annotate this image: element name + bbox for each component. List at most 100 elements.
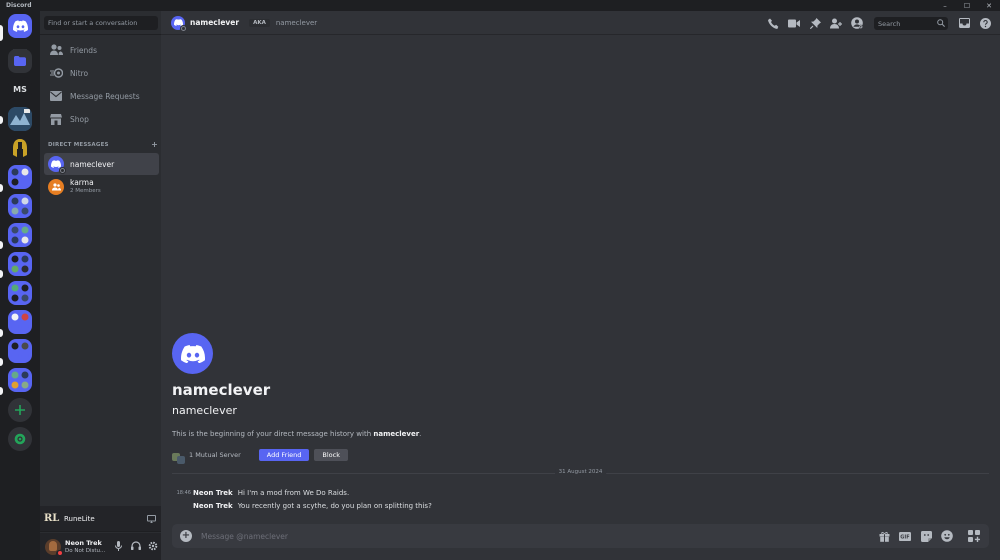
dm-name: nameclever: [70, 159, 115, 169]
server-folder-3[interactable]: [8, 194, 32, 218]
search-icon: [937, 18, 945, 27]
date-divider-label: 31 August 2024: [554, 469, 607, 475]
aka-name: nameclever: [275, 18, 318, 27]
message-row[interactable]: 18:46 Neon Trek Hi I'm a mod from We Do …: [161, 487, 350, 499]
message-author[interactable]: Neon Trek: [193, 502, 233, 510]
folder-mini-icons: [11, 371, 29, 389]
server-folder-5[interactable]: [8, 252, 32, 276]
dm-header-label: DIRECT MESSAGES: [48, 142, 109, 148]
compass-icon: [14, 433, 26, 445]
intro-desc-suffix: .: [419, 430, 422, 438]
date-divider: 31 August 2024: [172, 469, 989, 475]
video-call-icon[interactable]: [788, 17, 800, 29]
intro-description: This is the beginning of your direct mes…: [172, 430, 421, 438]
server-folder-7[interactable]: [8, 310, 32, 334]
screen-share-icon[interactable]: [147, 515, 156, 523]
find-conversation-input[interactable]: Find or start a conversation: [44, 16, 158, 30]
pinned-messages-icon[interactable]: [809, 17, 821, 29]
help-icon[interactable]: [979, 17, 991, 29]
mail-icon: [49, 89, 63, 103]
nav-message-requests-label: Message Requests: [70, 91, 140, 101]
create-dm-button[interactable]: +: [151, 141, 158, 149]
selected-pill: [0, 25, 3, 41]
mutual-server-icon: [172, 449, 185, 464]
home-button[interactable]: [8, 14, 32, 38]
unread-pill-2: [0, 184, 3, 192]
dm-item-nameclever[interactable]: nameclever: [44, 153, 159, 175]
dm-sidebar: Find or start a conversation Friends Nit…: [40, 11, 161, 560]
unread-pill-6: [0, 358, 3, 366]
intro-avatar: [172, 333, 213, 374]
folder-mini-icons: [11, 197, 29, 215]
sticker-icon[interactable]: [920, 530, 932, 542]
add-friend-button[interactable]: Add Friend: [258, 449, 310, 461]
emoji-icon[interactable]: [941, 530, 953, 542]
settings-gear-icon[interactable]: [147, 540, 158, 551]
user-status: Do Not Distu...: [65, 547, 106, 554]
unread-pill-3: [0, 241, 3, 249]
header-toolbar: Search: [767, 11, 1000, 35]
nav-nitro[interactable]: Nitro: [44, 63, 158, 83]
add-server-button[interactable]: [8, 398, 32, 422]
inbox-icon[interactable]: [958, 17, 970, 29]
headphones-icon[interactable]: [130, 540, 141, 551]
shop-icon: [49, 112, 63, 126]
dm-members: 2 Members: [70, 188, 101, 194]
message-text: Hi I'm a mod from We Do Raids.: [237, 489, 350, 497]
offline-status-icon: [180, 24, 187, 32]
user-profile-icon[interactable]: [851, 17, 863, 29]
discover-button[interactable]: [8, 427, 32, 451]
upload-plus-icon[interactable]: +: [180, 530, 192, 542]
add-friends-to-dm-icon[interactable]: [830, 17, 842, 29]
dm-section-header: DIRECT MESSAGES +: [48, 141, 158, 149]
server-folder-2[interactable]: [8, 165, 32, 189]
message-composer[interactable]: + Message @nameclever GIF: [172, 524, 989, 548]
close-button[interactable]: ✕: [978, 0, 1000, 11]
composer-placeholder: Message @nameclever: [201, 531, 288, 541]
nav-message-requests[interactable]: Message Requests: [44, 86, 158, 106]
avatar: [48, 156, 66, 174]
folder-mini-icons: [11, 313, 29, 331]
window-controls: – ☐ ✕: [934, 0, 1000, 11]
intro-actions: 1 Mutual Server Add Friend Block: [172, 448, 349, 464]
folder-icon: [14, 56, 26, 66]
phone-call-icon[interactable]: [767, 17, 779, 29]
search-placeholder: Search: [878, 19, 901, 28]
sidebar-divider: [40, 34, 161, 35]
minimize-button[interactable]: –: [934, 0, 956, 11]
user-avatar[interactable]: [45, 538, 63, 557]
server-folder-9[interactable]: [8, 368, 32, 392]
mutual-servers-link[interactable]: 1 Mutual Server: [189, 451, 241, 459]
server-folder-8[interactable]: [8, 339, 32, 363]
message-author[interactable]: Neon Trek: [193, 489, 233, 497]
microphone-icon[interactable]: [113, 540, 124, 551]
chat-area: nameclever AKA nameclever Search namecle…: [161, 11, 1000, 560]
intro-username: nameclever: [172, 404, 237, 417]
chat-header-name[interactable]: nameclever: [190, 18, 239, 27]
server-ms[interactable]: MS: [8, 77, 32, 101]
search-input[interactable]: Search: [874, 16, 948, 30]
folder-mini-icons: [11, 255, 29, 273]
server-icon-1[interactable]: [8, 107, 32, 131]
helmet-icon: [13, 139, 27, 157]
offline-status-icon: [59, 167, 66, 174]
server-folder[interactable]: [8, 49, 32, 73]
unread-pill: [0, 116, 3, 124]
maximize-button[interactable]: ☐: [956, 0, 978, 11]
group-avatar: [48, 179, 64, 195]
nav-shop[interactable]: Shop: [44, 109, 158, 129]
runelite-logo: RL: [44, 513, 60, 524]
gift-icon[interactable]: [878, 530, 890, 542]
gif-icon[interactable]: GIF: [899, 530, 911, 542]
aka-badge: AKA: [249, 18, 270, 27]
server-folder-6[interactable]: [8, 281, 32, 305]
message-row[interactable]: Neon Trek You recently got a scythe, do …: [161, 500, 432, 512]
nav-friends[interactable]: Friends: [44, 40, 158, 60]
server-icon-2[interactable]: [8, 136, 32, 160]
dm-item-karma[interactable]: karma 2 Members: [44, 176, 159, 198]
block-button[interactable]: Block: [314, 449, 349, 461]
svg-text:GIF: GIF: [900, 534, 909, 540]
server-folder-4[interactable]: [8, 223, 32, 247]
nav-nitro-label: Nitro: [70, 68, 89, 78]
apps-icon[interactable]: [968, 530, 980, 542]
